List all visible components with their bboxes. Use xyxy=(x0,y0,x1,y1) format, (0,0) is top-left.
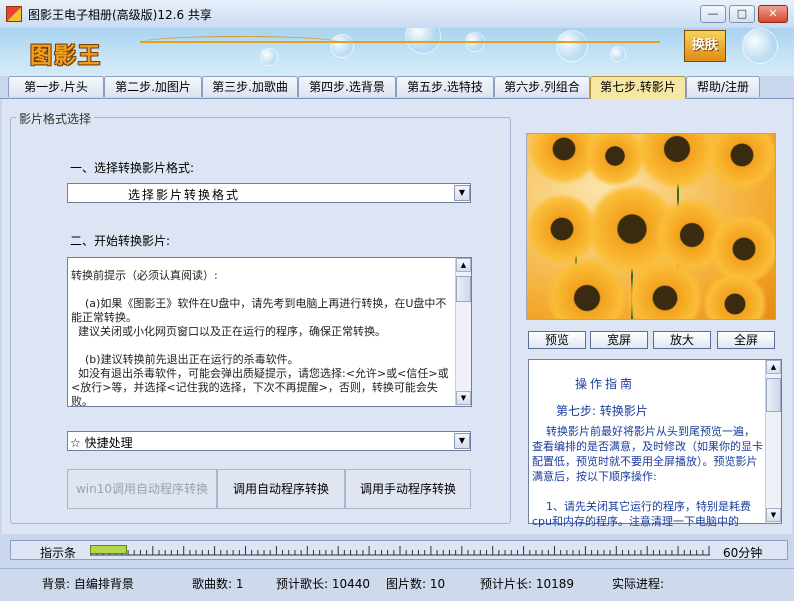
format-group-title: 影片格式选择 xyxy=(16,110,95,127)
auto-convert-button[interactable]: 调用自动程序转换 xyxy=(217,469,345,509)
scroll-down-icon[interactable]: ▼ xyxy=(456,391,471,405)
bubble-decoration xyxy=(742,28,778,64)
tab-step6-compose[interactable]: 第六步.列组合 xyxy=(494,76,590,97)
widescreen-button[interactable]: 宽屏 xyxy=(590,331,648,349)
scroll-up-icon[interactable]: ▲ xyxy=(766,360,781,374)
status-actual-progress: 实际进程: xyxy=(612,577,665,591)
quick-process-value: ☆ 快捷处理 xyxy=(70,436,133,450)
preview-button[interactable]: 预览 xyxy=(528,331,586,349)
status-song-count: 歌曲数: 1 xyxy=(192,577,244,591)
notice-text: 转换前提示（必须认真阅读）: (a)如果《图影王》软件在U盘中，请先考到电脑上再… xyxy=(71,269,449,408)
select-format-label: 一、选择转换影片格式: xyxy=(70,161,195,175)
status-song-length: 预计歌长: 10440 xyxy=(276,577,371,591)
status-background: 背景: 自编排背景 xyxy=(42,577,134,591)
chevron-down-icon[interactable]: ▼ xyxy=(454,433,470,449)
minimize-button[interactable]: — xyxy=(700,5,726,23)
manual-convert-button[interactable]: 调用手动程序转换 xyxy=(345,469,471,509)
bubble-decoration xyxy=(330,34,354,58)
scroll-down-icon[interactable]: ▼ xyxy=(766,508,781,522)
tab-step1-intro[interactable]: 第一步.片头 xyxy=(8,76,104,97)
tab-step7-convert[interactable]: 第七步.转影片 xyxy=(590,76,686,99)
app-logo: 图影王 xyxy=(30,43,103,69)
zoom-button[interactable]: 放大 xyxy=(653,331,711,349)
format-select-value: 选择影片转换格式 xyxy=(128,188,241,202)
tab-bar: 第一步.片头 第二步.加图片 第三步.加歌曲 第四步.选背景 第五步.选特技 第… xyxy=(0,76,794,99)
progress-ticks xyxy=(90,546,710,556)
guide-step: 第七步: 转换影片 xyxy=(556,404,648,418)
notice-scrollbar[interactable]: ▲ ▼ xyxy=(455,258,471,406)
maximize-button[interactable]: □ xyxy=(729,5,755,23)
banner: 图影王 换肤 xyxy=(0,28,794,76)
bubble-decoration xyxy=(610,46,626,62)
bubble-decoration xyxy=(556,30,588,62)
status-image-count: 图片数: 10 xyxy=(386,577,446,591)
tab-step3-songs[interactable]: 第三步.加歌曲 xyxy=(202,76,298,97)
start-convert-label: 二、开始转换影片: xyxy=(70,234,171,248)
status-film-length: 预计片长: 10189 xyxy=(480,577,575,591)
preview-image xyxy=(526,133,776,320)
skin-button[interactable]: 换肤 xyxy=(684,30,726,62)
guide-body: 转换影片前最好将影片从头到尾预览一遍，查看编排的是否满意，及时修改（如果你的显卡… xyxy=(532,425,763,528)
app-icon xyxy=(6,6,22,22)
chevron-down-icon[interactable]: ▼ xyxy=(454,185,470,201)
scroll-up-icon[interactable]: ▲ xyxy=(456,258,471,272)
tab-step2-images[interactable]: 第二步.加图片 xyxy=(104,76,202,97)
win10-auto-convert-button[interactable]: win10调用自动程序转换 xyxy=(67,469,217,509)
bubble-decoration xyxy=(260,48,278,66)
close-button[interactable]: ✕ xyxy=(758,5,788,23)
banner-swoosh xyxy=(140,36,340,49)
tab-step5-effects[interactable]: 第五步.选特技 xyxy=(396,76,494,97)
progress-fill xyxy=(90,545,127,554)
window-title: 图影王电子相册(高级版)12.6 共享 xyxy=(28,8,212,22)
progress-label: 指示条 xyxy=(40,546,77,560)
guide-scrollbar[interactable]: ▲ ▼ xyxy=(765,360,781,523)
scroll-thumb[interactable] xyxy=(766,378,781,412)
progress-duration: 60分钟 xyxy=(723,546,763,560)
tab-help-register[interactable]: 帮助/注册 xyxy=(686,76,760,97)
guide-title: 操作指南 xyxy=(575,377,636,391)
scroll-thumb[interactable] xyxy=(456,276,471,302)
fullscreen-button[interactable]: 全屏 xyxy=(717,331,775,349)
tab-step4-background[interactable]: 第四步.选背景 xyxy=(298,76,396,97)
